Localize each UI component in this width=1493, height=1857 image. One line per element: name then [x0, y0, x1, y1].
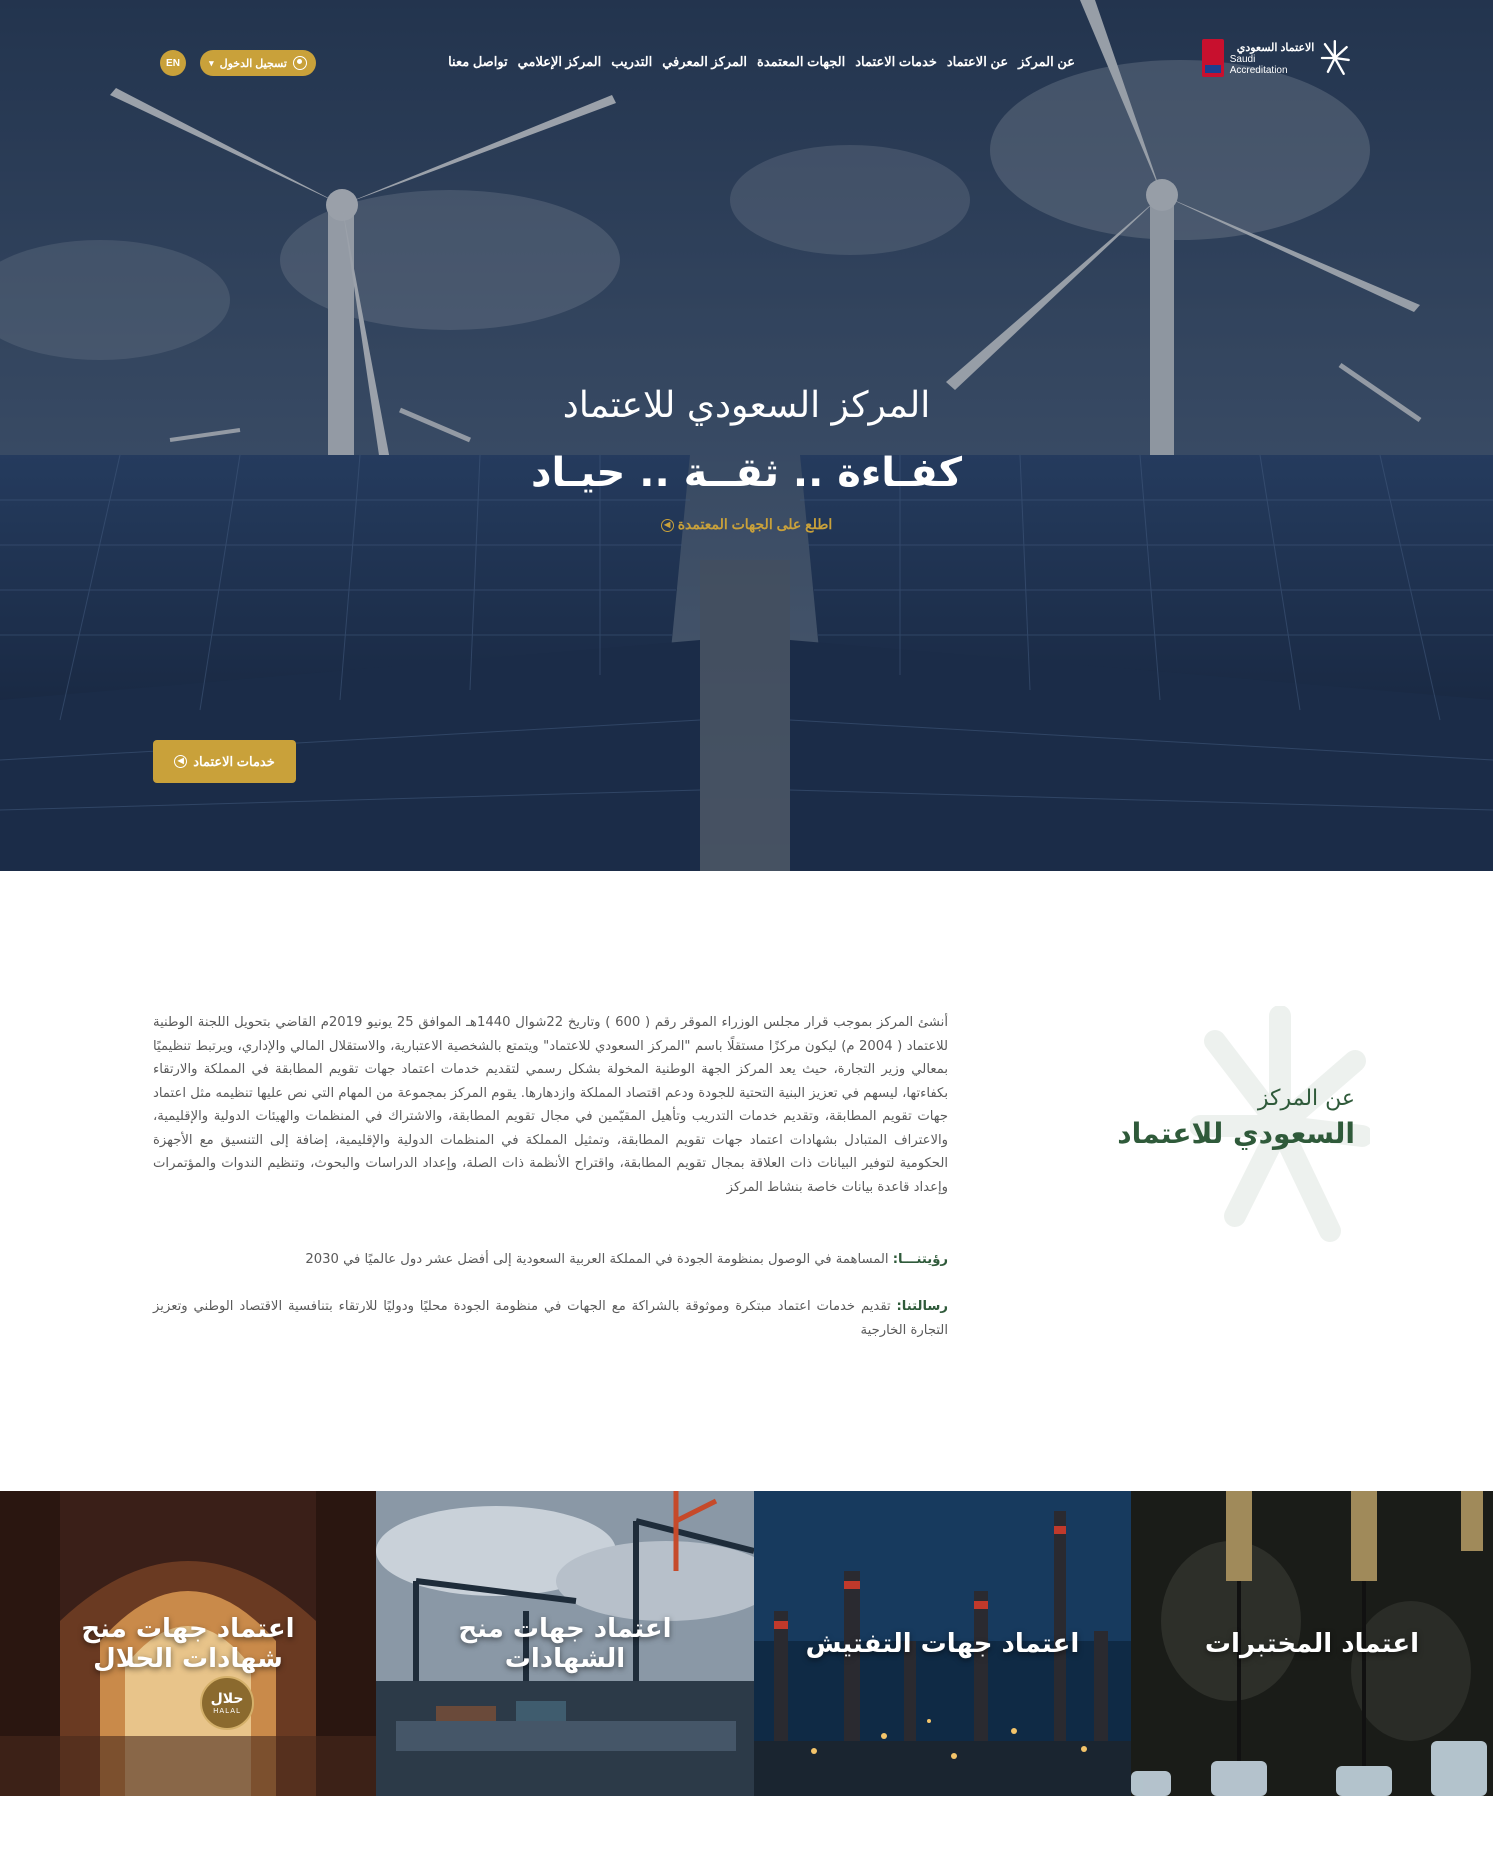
nav-item-training[interactable]: التدريب — [611, 54, 652, 74]
mission-text: تقديم خدمات اعتماد مبتكرة وموثوقة بالشرا… — [153, 1299, 948, 1338]
main-navigation: عن المركز عن الاعتماد خدمات الاعتماد الج… — [430, 54, 1075, 74]
chevron-down-icon: ▾ — [209, 57, 214, 68]
nav-item-media-center[interactable]: المركز الإعلامي — [518, 54, 602, 74]
accreditation-cards: اعتماد جهات منح شهادات الحلال حلال HALAL — [0, 1491, 1493, 1796]
user-icon — [292, 56, 307, 70]
login-button[interactable]: ▾ تسجيل الدخول — [200, 50, 316, 76]
hero-section: الاعتماد السعودي Saudi Accreditation عن … — [0, 0, 1493, 871]
about-heading-big: السعودي للاعتماد — [1117, 1117, 1355, 1150]
card-inspection-bodies[interactable]: اعتماد جهات التفتيش — [754, 1491, 1131, 1796]
card-title: اعتماد جهات منح الشهادات — [458, 1613, 672, 1674]
nav-item-knowledge-center[interactable]: المركز المعرفي — [662, 54, 747, 74]
about-body-text: أنشئ المركز بموجب قرار مجلس الوزراء المو… — [153, 1015, 948, 1195]
vision-paragraph: رؤيتنـــا: المساهمة في الوصول بمنظومة ال… — [153, 1248, 948, 1272]
saudi-accreditation-emblem-icon — [1321, 40, 1350, 75]
certification-badge-icon — [1202, 39, 1224, 77]
hero-title: كفـاءة .. ثقــة .. حيـاد — [530, 450, 963, 496]
nav-item-accredited-bodies[interactable]: الجهات المعتمدة — [757, 54, 845, 74]
circle-arrow-icon: ◀ — [174, 755, 188, 768]
card-halal-certification[interactable]: اعتماد جهات منح شهادات الحلال حلال HALAL — [0, 1491, 376, 1796]
view-accredited-bodies-link[interactable]: ◀ اطلع على الجهات المعتمدة — [0, 516, 1493, 533]
about-heading: عن المركز السعودي للاعتماد — [1080, 1086, 1355, 1150]
login-label: تسجيل الدخول — [219, 57, 287, 70]
card-laboratories[interactable]: اعتماد المختبرات — [1131, 1491, 1493, 1796]
logo-arabic-text: الاعتماد السعودي — [1236, 41, 1315, 54]
page-bottom-spacer — [0, 1796, 1493, 1857]
top-navbar: الاعتماد السعودي Saudi Accreditation عن … — [0, 0, 1493, 120]
nav-item-accreditation-services[interactable]: خدمات الاعتماد — [855, 54, 937, 74]
vision-text: المساهمة في الوصول بمنظومة الجودة في الم… — [305, 1252, 893, 1267]
language-toggle-button[interactable]: EN — [160, 50, 186, 76]
accreditation-services-button[interactable]: ◀ خدمات الاعتماد — [153, 740, 296, 783]
about-heading-small: عن المركز — [1257, 1086, 1355, 1111]
nav-item-about-center[interactable]: عن المركز — [1018, 54, 1075, 74]
card-certification-bodies[interactable]: اعتماد جهات منح الشهادات — [376, 1491, 754, 1796]
card-title: اعتماد جهات منح شهادات الحلال — [81, 1613, 295, 1674]
card-title: اعتماد المختبرات — [1204, 1628, 1420, 1659]
hero-link-label: اطلع على الجهات المعتمدة — [677, 516, 833, 532]
mission-paragraph: رسالتنا: تقديم خدمات اعتماد مبتكرة وموثو… — [153, 1295, 948, 1342]
hero-subtitle: المركز السعودي للاعتماد — [562, 385, 931, 426]
mission-label: رسالتنا: — [896, 1299, 948, 1314]
circle-arrow-icon: ◀ — [660, 518, 674, 532]
logo-english-text: Saudi Accreditation — [1229, 53, 1288, 76]
card-title: اعتماد جهات التفتيش — [805, 1628, 1080, 1659]
site-logo[interactable]: الاعتماد السعودي Saudi Accreditation — [1202, 38, 1350, 78]
nav-item-contact-us[interactable]: تواصل معنا — [448, 54, 508, 74]
halal-badge-icon: حلال HALAL — [200, 1676, 254, 1730]
services-button-label: خدمات الاعتماد — [193, 753, 275, 769]
nav-item-about-accreditation[interactable]: عن الاعتماد — [947, 54, 1008, 74]
about-section: عن المركز السعودي للاعتماد أنشئ المركز ب… — [0, 871, 1493, 1491]
vision-label: رؤيتنـــا: — [892, 1252, 948, 1267]
